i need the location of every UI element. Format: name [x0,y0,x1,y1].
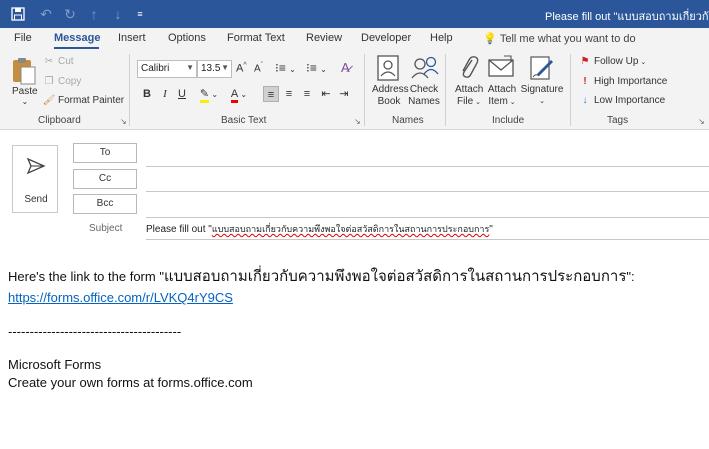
highlight-button[interactable]: ✎ ⌄ [197,86,221,103]
title-bar: ↶ ↻ ↑ ↓ ≡ Please fill out "แบบสอบถามเกี่… [0,0,709,28]
chevron-down-icon: ▼ [221,63,229,72]
to-field[interactable] [146,166,709,167]
clipboard-launcher-icon[interactable]: ↘ [120,117,127,126]
follow-up-button[interactable]: ⚑ Follow Up ⌄ [578,56,647,67]
subject-label: Subject [89,223,123,234]
copy-icon: ❐ [44,76,54,87]
address-book-icon[interactable] [374,54,406,84]
arrow-up-icon[interactable]: ↑ [84,4,104,24]
align-right-button[interactable]: ≡ [299,86,315,102]
to-button[interactable]: To [73,143,137,163]
font-color-button[interactable]: A ⌄ [227,86,251,103]
align-left-button[interactable]: ≡ [263,86,279,102]
tab-insert[interactable]: Insert [118,32,146,44]
clipboard-group-label: Clipboard [38,115,81,126]
numbering-button[interactable]: ⁝≡ ⌄ [306,61,327,75]
customize-toolbar-icon[interactable]: ≡ [130,4,150,24]
tags-launcher-icon[interactable]: ↘ [698,117,705,126]
form-link[interactable]: https://forms.office.com/r/LVKQ4rY9CS [8,290,233,305]
exclamation-icon: ! [583,76,587,87]
tab-help[interactable]: Help [430,32,453,44]
tags-group-label: Tags [607,115,629,126]
clear-formatting-icon[interactable]: A̷ [341,60,350,75]
subject-underline [146,239,709,240]
body-intro-line: Here's the link to the form "แบบสอบถามเก… [8,267,635,285]
group-separator [570,54,571,126]
chevron-down-icon: ▼ [186,63,194,72]
window-title: Please fill out "แบบสอบถามเกี่ยวกับความพ… [545,11,709,23]
increase-indent-button[interactable]: ⇥ [336,86,352,102]
tell-me-box[interactable]: 💡 Tell me what you want to do [483,32,636,45]
bold-button[interactable]: B [139,86,155,102]
body-footer-text: Create your own forms at forms.office.co… [8,375,253,390]
body-footer-title: Microsoft Forms [8,357,102,372]
envelope-icon[interactable] [487,54,519,84]
check-names-icon[interactable] [410,54,442,84]
address-book-button[interactable]: Address Book [372,84,409,108]
format-painter-button[interactable]: 🖌 Format Painter [42,95,125,106]
italic-button[interactable]: I [157,86,173,102]
decrease-indent-button[interactable]: ⇤ [318,86,334,102]
save-icon[interactable] [8,4,28,24]
send-icon [26,157,46,175]
tell-me-text: Tell me what you want to do [499,33,636,45]
ribbon-tabs: File Message Insert Options Format Text … [0,28,709,50]
active-tab-indicator [54,47,99,49]
tab-developer[interactable]: Developer [361,32,411,44]
basic-text-launcher-icon[interactable]: ↘ [354,117,361,126]
shrink-font-button[interactable]: Aˇ [254,62,263,74]
scissors-icon: ✂ [44,56,54,67]
attach-file-button[interactable]: Attach File ⌄ [455,84,483,109]
paperclip-icon[interactable] [456,54,488,84]
compose-header: Send To Cc Bcc Subject Please fill out "… [0,131,709,241]
group-separator [129,54,130,126]
ribbon: Paste ⌄ ✂ Cut ❐ Copy 🖌 Format Painter Clipb… [0,50,709,130]
include-group-label: Include [492,115,525,126]
group-separator [445,54,446,126]
tab-review[interactable]: Review [306,32,342,44]
message-body[interactable]: Here's the link to the form "แบบสอบถามเก… [0,252,709,449]
body-divider: ---------------------------------------- [8,324,182,339]
grow-font-button[interactable]: A^ [236,62,247,75]
lightbulb-icon: 💡 [483,33,497,45]
check-names-button[interactable]: Check Names [408,84,440,108]
paste-button[interactable]: Paste ⌄ [12,86,38,106]
paintbrush-icon: 🖌 [42,95,56,106]
bcc-field[interactable] [146,217,709,218]
tab-format-text[interactable]: Format Text [227,32,285,44]
signature-pen-icon[interactable] [527,54,559,84]
cut-button[interactable]: ✂ Cut [42,56,74,67]
send-button[interactable]: Send [12,145,58,213]
redo-icon[interactable]: ↻ [60,4,80,24]
font-size-select[interactable]: 13.5 ▼ [197,60,232,78]
names-group-label: Names [392,115,424,126]
signature-button[interactable]: Signature ⌄ [520,84,564,108]
paste-icon[interactable] [10,56,42,86]
copy-button[interactable]: ❐ Copy [42,76,82,87]
tab-options[interactable]: Options [168,32,206,44]
underline-button[interactable]: U [174,86,190,102]
attach-item-button[interactable]: Attach Item ⌄ [486,84,518,109]
flag-icon: ⚑ [580,56,590,67]
undo-icon[interactable]: ↶ [36,4,56,24]
bullets-button[interactable]: ⁝≡ ⌄ [275,61,296,75]
arrow-down-icon: ↓ [582,95,588,106]
cc-field[interactable] [146,191,709,192]
low-importance-button[interactable]: ↓ Low Importance [578,95,666,106]
bcc-button[interactable]: Bcc [73,194,137,214]
basic-text-group-label: Basic Text [221,115,267,126]
align-center-button[interactable]: ≡ [281,86,297,102]
high-importance-button[interactable]: ! High Importance [578,76,667,87]
cc-button[interactable]: Cc [73,169,137,189]
arrow-down-icon[interactable]: ↓ [108,4,128,24]
tab-message[interactable]: Message [54,32,100,44]
font-name-select[interactable]: Calibri ▼ [137,60,197,78]
tab-file[interactable]: File [14,32,32,44]
group-separator [364,54,365,126]
subject-input[interactable]: Please fill out "แบบสอบถามเกี่ยวกับความพ… [146,222,493,236]
